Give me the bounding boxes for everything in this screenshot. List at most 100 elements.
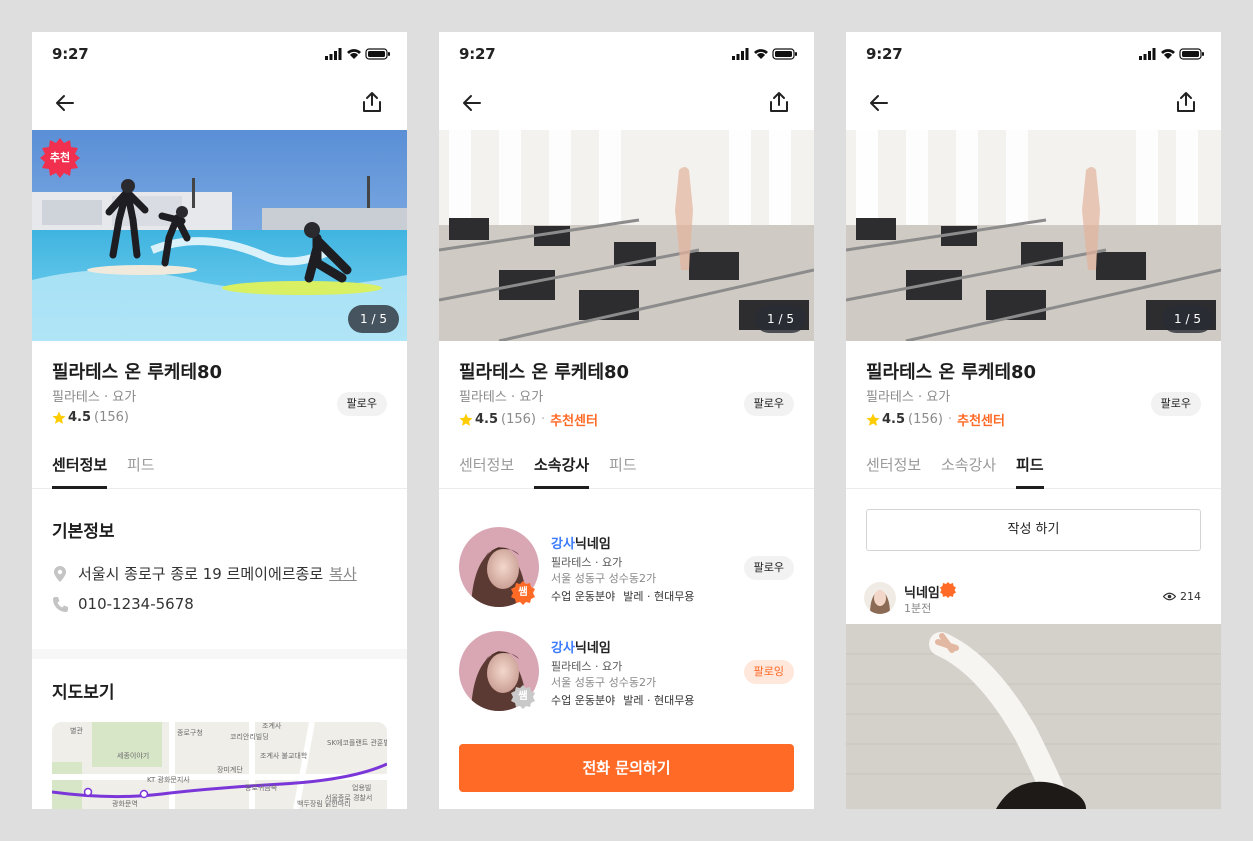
center-photo[interactable]: 추천 1 / 5 — [32, 130, 407, 341]
map-label: KT 광화문지사 — [147, 775, 190, 784]
avatar-image — [864, 582, 896, 614]
follow-button[interactable]: 팔로우 — [1150, 392, 1201, 416]
status-icons — [732, 48, 797, 60]
share-icon[interactable] — [1175, 90, 1197, 114]
instructor-fields: 수업 운동분야 발레 · 현대무용 — [551, 588, 694, 604]
basic-info-title: 기본정보 — [52, 522, 115, 542]
tab-bar: 센터정보 소속강사 피드 — [439, 450, 814, 489]
map-label: 백두장림 닭한마리 — [297, 799, 351, 808]
phone-number[interactable]: 010-1234-5678 — [78, 595, 194, 613]
status-bar: 9:27 — [32, 32, 407, 76]
instructor-card[interactable]: 쌤 강사닉네임 필라테스 · 요가 서울 성동구 성수동2가 수업 운동분야 발레… — [459, 527, 794, 607]
instructor-location: 서울 성동구 성수동2가 — [551, 676, 657, 689]
recommend-badge-label: 추천 — [49, 151, 71, 164]
instructor-name-prefix: 강사 — [551, 537, 575, 552]
map-label: 조계사 불교대학 — [260, 751, 308, 760]
phone-screen-instructors: 9:27 1 / 5 필라테스 온 루케테80 필라테스 · 요가 4.5 (1… — [439, 32, 814, 809]
status-time: 9:27 — [459, 45, 496, 63]
star-icon — [866, 413, 880, 426]
center-photo[interactable]: 1 / 5 — [846, 130, 1221, 341]
instructor-name-prefix: 강사 — [551, 641, 575, 656]
status-bar: 9:27 — [439, 32, 814, 76]
feed-post-header: 닉네임 1분전 214 — [846, 572, 1221, 624]
separator-dot: · — [948, 412, 953, 427]
star-icon — [459, 413, 473, 426]
recommended-center-label: 추천센터 — [550, 414, 598, 429]
follow-button[interactable]: 팔로우 — [336, 392, 387, 416]
section-divider — [32, 649, 407, 659]
tab-instructors[interactable]: 소속강사 — [941, 454, 996, 489]
instructor-category: 필라테스 · 요가 — [551, 660, 623, 673]
tab-instructors[interactable]: 소속강사 — [534, 454, 590, 489]
instructor-badge: 쌤 — [511, 685, 535, 709]
center-rating: 4.5 (156) · 추천센터 — [866, 410, 1005, 429]
rating-value: 4.5 — [68, 410, 92, 425]
instructor-nickname: 닉네임 — [574, 641, 611, 656]
rating-value: 4.5 — [475, 412, 499, 427]
tab-center-info[interactable]: 센터정보 — [459, 454, 514, 489]
tab-bar: 센터정보 소속강사 피드 — [846, 450, 1221, 489]
back-arrow-icon[interactable] — [868, 92, 890, 114]
address-row: 서울시 종로구 종로 19 르메이에르종로 복사 — [52, 563, 357, 584]
instructor-fields: 수업 운동분야 발레 · 현대무용 — [551, 692, 694, 708]
share-icon[interactable] — [361, 90, 383, 114]
instructor-badge: 쌤 — [511, 581, 535, 605]
follow-button[interactable]: 팔로우 — [743, 392, 794, 416]
status-bar: 9:27 — [846, 32, 1221, 76]
center-photo[interactable]: 1 / 5 — [439, 130, 814, 341]
instructor-name: 강사닉네임 — [551, 533, 611, 552]
back-arrow-icon[interactable] — [461, 92, 483, 114]
rating-value: 4.5 — [882, 412, 906, 427]
post-author-avatar[interactable] — [864, 582, 896, 614]
phone-screen-center-info: 9:27 추천 1 / 5 필라테스 온 루케테80 필라테스 · 요가 4.5… — [32, 32, 407, 809]
tab-feed[interactable]: 피드 — [609, 454, 637, 489]
following-instructor-button[interactable]: 팔로잉 — [743, 660, 794, 684]
instructor-category: 필라테스 · 요가 — [551, 556, 623, 569]
instructor-nickname: 닉네임 — [574, 537, 611, 552]
review-count: (156) — [908, 412, 943, 427]
back-arrow-icon[interactable] — [54, 92, 76, 114]
fields-label: 수업 운동분야 — [551, 590, 616, 603]
recommend-badge: 추천 — [40, 138, 80, 178]
author-badge-icon — [940, 582, 956, 598]
photo-counter: 1 / 5 — [348, 305, 399, 333]
map-title: 지도보기 — [52, 683, 115, 703]
view-count: 214 — [1180, 590, 1201, 603]
status-time: 9:27 — [52, 45, 89, 63]
center-category: 필라테스 · 요가 — [52, 390, 137, 405]
center-rating: 4.5 (156) · 추천센터 — [459, 410, 598, 429]
status-icons — [325, 48, 390, 60]
review-count: (156) — [501, 412, 536, 427]
instructor-name: 강사닉네임 — [551, 637, 611, 656]
status-icons — [1139, 48, 1204, 60]
write-post-button[interactable]: 작성 하기 — [866, 509, 1201, 551]
tab-feed[interactable]: 피드 — [1016, 454, 1044, 489]
location-map[interactable]: 별관 종로구청 코리안리빌딩 조계사 SK에코플랜트 관훈빌딩 조계사 불교대학… — [52, 722, 387, 809]
map-label: 광화문역 — [112, 799, 138, 808]
map-graphic: 별관 종로구청 코리안리빌딩 조계사 SK에코플랜트 관훈빌딩 조계사 불교대학… — [52, 722, 387, 809]
center-category: 필라테스 · 요가 — [866, 390, 951, 405]
instructor-card[interactable]: 쌤 강사닉네임 필라테스 · 요가 서울 성동구 성수동2가 수업 운동분야 발레… — [459, 631, 794, 711]
fields-label: 수업 운동분야 — [551, 694, 616, 707]
tab-center-info[interactable]: 센터정보 — [52, 454, 108, 489]
center-name: 필라테스 온 루케테80 — [866, 362, 1037, 383]
instructor-badge-label: 쌤 — [518, 691, 528, 702]
tab-feed[interactable]: 피드 — [127, 454, 155, 489]
follow-instructor-button[interactable]: 팔로우 — [743, 556, 794, 580]
top-nav — [32, 88, 407, 118]
fields-value: 발레 · 현대무용 — [623, 590, 695, 603]
copy-address-link[interactable]: 복사 — [329, 563, 357, 584]
review-count: (156) — [94, 410, 129, 425]
center-rating: 4.5 (156) — [52, 410, 129, 425]
phone-row: 010-1234-5678 — [52, 595, 194, 613]
address-text: 서울시 종로구 종로 19 르메이에르종로 — [78, 565, 324, 583]
tab-bar: 센터정보 피드 — [32, 450, 407, 489]
post-author-name[interactable]: 닉네임 — [904, 582, 940, 601]
call-inquiry-button[interactable]: 전화 문의하기 — [459, 744, 794, 792]
share-icon[interactable] — [768, 90, 790, 114]
center-summary: 필라테스 온 루케테80 필라테스 · 요가 4.5 (156) · 추천센터 … — [846, 341, 1221, 441]
map-label: 세종이야기 — [117, 751, 149, 760]
post-image[interactable] — [846, 624, 1221, 809]
instructor-badge-label: 쌤 — [518, 587, 528, 598]
tab-center-info[interactable]: 센터정보 — [866, 454, 921, 489]
